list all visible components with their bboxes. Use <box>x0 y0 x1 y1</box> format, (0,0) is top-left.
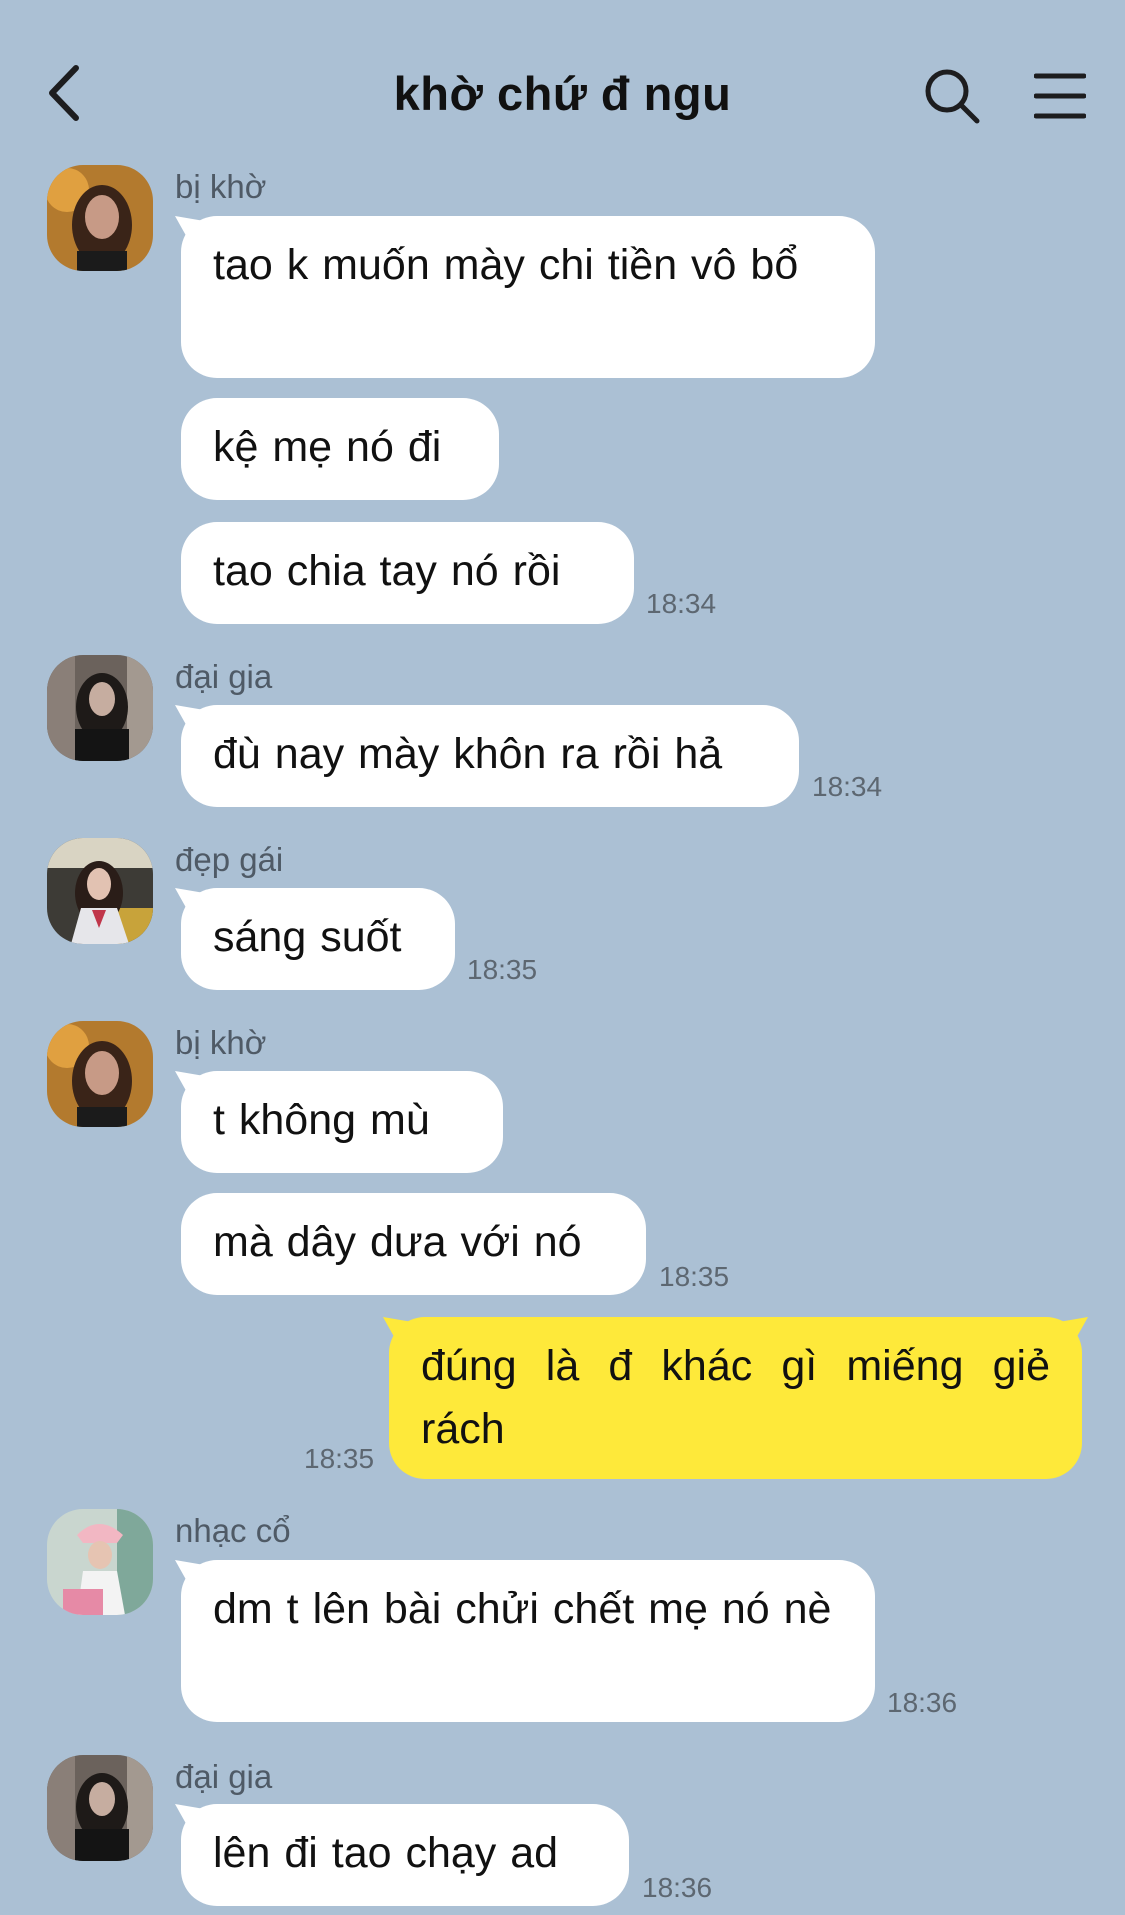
sender-name: bị khờ <box>175 168 267 205</box>
avatar-bi-kho[interactable] <box>47 165 153 271</box>
avatar-dep-gai[interactable] <box>47 838 153 944</box>
sender-name: đẹp gái <box>175 841 284 878</box>
chat-header: khờ chứ đ ngu <box>0 0 1125 190</box>
message-bubble[interactable]: đù nay mày khôn ra rồi hả <box>181 705 799 807</box>
search-icon[interactable] <box>922 66 982 126</box>
message-bubble[interactable]: lên đi tao chạy ad <box>181 1804 629 1906</box>
message-timestamp: 18:35 <box>304 1443 375 1474</box>
avatar-dai-gia[interactable] <box>47 1755 153 1861</box>
message-timestamp: 18:35 <box>659 1261 730 1292</box>
message-bubble[interactable]: tao k muốn mày chi tiền vô bổ <box>181 216 875 378</box>
sender-name: nhạc cổ <box>175 1512 291 1549</box>
message-timestamp: 18:36 <box>642 1872 713 1903</box>
message-timestamp: 18:36 <box>887 1687 958 1718</box>
avatar-nhac-co[interactable] <box>47 1509 153 1615</box>
avatar-dai-gia[interactable] <box>47 655 153 761</box>
sender-name: đại gia <box>175 658 273 695</box>
message-bubble[interactable]: mà dây dưa với nó <box>181 1193 646 1295</box>
avatar-bi-kho[interactable] <box>47 1021 153 1127</box>
message-bubble[interactable]: tao chia tay nó rồi <box>181 522 634 624</box>
message-bubble[interactable]: kệ mẹ nó đi <box>181 398 499 500</box>
message-bubble[interactable]: dm t lên bài chửi chết mẹ nó nè <box>181 1560 875 1722</box>
message-timestamp: 18:35 <box>467 954 538 985</box>
message-timestamp: 18:34 <box>812 771 883 802</box>
message-bubble[interactable]: sáng suốt <box>181 888 455 990</box>
message-bubble[interactable]: t không mù <box>181 1071 503 1173</box>
sender-name: bị khờ <box>175 1024 267 1061</box>
menu-icon[interactable] <box>1034 72 1086 120</box>
sender-name: đại gia <box>175 1758 273 1795</box>
message-timestamp: 18:34 <box>646 588 717 619</box>
my-message-bubble[interactable]: đúng là đ khác gì miếng giẻ rách <box>389 1317 1082 1479</box>
